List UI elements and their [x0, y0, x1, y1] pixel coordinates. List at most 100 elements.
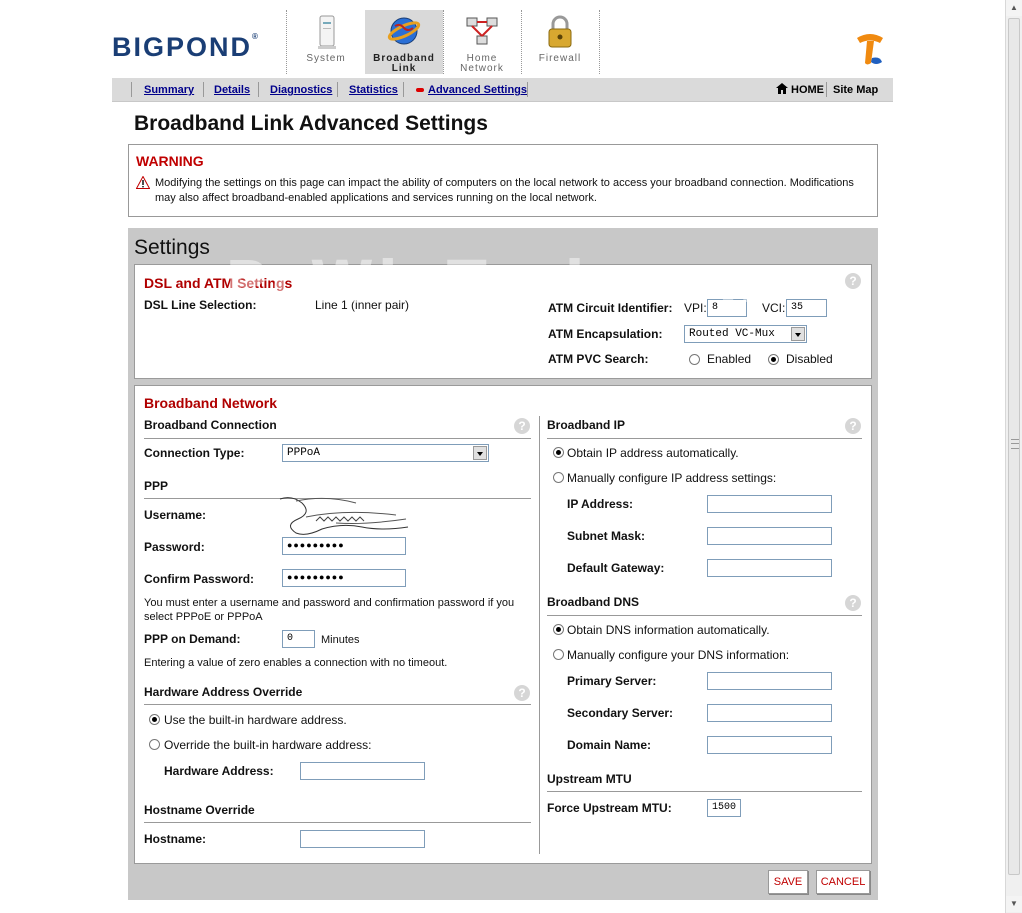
help-icon[interactable]: ? — [845, 418, 861, 434]
subnet-mask-input[interactable] — [707, 527, 832, 545]
ip-auto-radio[interactable] — [553, 447, 564, 458]
dns-auto-label: Obtain DNS information automatically. — [567, 623, 770, 637]
ppp-demand-note: Entering a value of zero enables a conne… — [144, 657, 448, 669]
scroll-thumb[interactable] — [1008, 18, 1020, 875]
hostname-label: Hostname: — [144, 832, 207, 846]
grip-icon — [1011, 439, 1019, 449]
broadband-network-title: Broadband Network — [144, 395, 278, 411]
broadband-connection-heading: Broadband Connection — [144, 418, 277, 432]
secondary-server-input[interactable] — [707, 704, 832, 722]
builtin-hw-label: Use the built-in hardware address. — [164, 713, 347, 727]
sitemap-link[interactable]: Site Map — [833, 84, 878, 96]
builtin-hw-radio[interactable] — [149, 714, 160, 725]
help-icon[interactable]: ? — [845, 273, 861, 289]
default-gateway-input[interactable] — [707, 559, 832, 577]
connection-type-label: Connection Type: — [144, 446, 245, 460]
override-hw-radio[interactable] — [149, 739, 160, 750]
nav-summary[interactable]: Summary — [144, 84, 194, 96]
ip-auto-label: Obtain IP address automatically. — [567, 446, 739, 460]
pvc-disabled-label: Disabled — [786, 352, 833, 366]
network-icon — [466, 17, 498, 45]
ip-address-input[interactable] — [707, 495, 832, 513]
active-indicator-icon — [416, 88, 424, 92]
hardware-address-label: Hardware Address: — [164, 764, 274, 778]
pvc-enabled-label: Enabled — [707, 352, 752, 366]
warning-box: WARNING Modifying the settings on this p… — [128, 144, 878, 217]
connection-type-select[interactable]: PPPoA — [282, 444, 489, 462]
redacted-username-scribble — [279, 497, 409, 535]
hostname-override-heading: Hostname Override — [144, 803, 255, 817]
home-link[interactable]: HOME — [776, 83, 824, 96]
padlock-icon — [548, 15, 572, 48]
help-icon[interactable]: ? — [514, 418, 530, 434]
hardware-override-heading: Hardware Address Override — [144, 685, 303, 699]
domain-name-input[interactable] — [707, 736, 832, 754]
atm-encapsulation-select[interactable]: Routed VC-Mux — [684, 325, 807, 343]
ppp-heading: PPP — [144, 479, 169, 493]
atm-encapsulation-label: ATM Encapsulation: — [548, 327, 663, 341]
ip-manual-radio[interactable] — [553, 472, 564, 483]
tab-system[interactable]: System — [287, 10, 365, 74]
override-hw-label: Override the built-in hardware address: — [164, 738, 372, 752]
scroll-up-icon[interactable]: ▲ — [1006, 0, 1022, 16]
ppp-on-demand-input[interactable]: 0 — [282, 630, 315, 648]
ppp-required-note: You must enter a username and password a… — [144, 597, 515, 623]
username-label: Username: — [144, 508, 207, 522]
pvc-disabled-radio[interactable] — [768, 354, 779, 365]
warning-title: WARNING — [136, 153, 204, 169]
ip-manual-label: Manually configure IP address settings: — [567, 471, 777, 485]
secondary-server-label: Secondary Server: — [567, 706, 674, 720]
page-title: Broadband Link Advanced Settings — [134, 112, 488, 135]
help-icon[interactable]: ? — [845, 595, 861, 611]
primary-server-input[interactable] — [707, 672, 832, 690]
save-button[interactable]: SAVE — [768, 870, 808, 894]
bigpond-logo[interactable]: BIGPOND® — [112, 32, 258, 63]
dns-manual-radio[interactable] — [553, 649, 564, 660]
password-label: Password: — [144, 540, 205, 554]
broadband-dns-heading: Broadband DNS — [547, 595, 640, 609]
settings-panel: Settings DSL and ATM Settings ? DSL Line… — [128, 228, 878, 900]
tab-firewall[interactable]: Firewall — [521, 10, 599, 74]
nav-details[interactable]: Details — [214, 84, 250, 96]
atm-pvc-search-label: ATM PVC Search: — [548, 352, 649, 366]
pvc-enabled-radio[interactable] — [689, 354, 700, 365]
home-icon — [776, 83, 788, 94]
globe-icon — [387, 17, 421, 45]
tab-broadband-link[interactable]: Broadband Link — [365, 10, 443, 74]
tab-home-network[interactable]: Home Network — [443, 10, 521, 74]
broadband-network-section: Broadband Network Broadband Connection ?… — [134, 385, 872, 864]
nav-statistics[interactable]: Statistics — [349, 84, 398, 96]
force-mtu-input[interactable]: 1500 — [707, 799, 741, 817]
chevron-down-icon — [791, 327, 805, 341]
cancel-button[interactable]: CANCEL — [816, 870, 870, 894]
warning-text: Modifying the settings on this page can … — [155, 177, 854, 204]
dns-manual-label: Manually configure your DNS information: — [567, 648, 790, 662]
upstream-mtu-heading: Upstream MTU — [547, 772, 632, 786]
ppp-on-demand-label: PPP on Demand: — [144, 632, 241, 646]
password-input[interactable]: ●●●●●●●●● — [282, 537, 406, 555]
help-icon[interactable]: ? — [514, 685, 530, 701]
sub-navigation: Summary Details Diagnostics Statistics A… — [112, 78, 893, 102]
confirm-password-input[interactable]: ●●●●●●●●● — [282, 569, 406, 587]
broadband-ip-heading: Broadband IP — [547, 418, 626, 432]
watermark: PcWinTech.com — [225, 248, 783, 316]
minutes-label: Minutes — [321, 634, 360, 646]
dns-auto-radio[interactable] — [553, 624, 564, 635]
default-gateway-label: Default Gateway: — [567, 561, 665, 575]
vci-input[interactable]: 35 — [786, 299, 827, 317]
nav-diagnostics[interactable]: Diagnostics — [270, 84, 332, 96]
telstra-logo-icon — [857, 34, 883, 65]
warning-icon — [136, 176, 150, 189]
hostname-input[interactable] — [300, 830, 425, 848]
subnet-mask-label: Subnet Mask: — [567, 529, 646, 543]
chevron-down-icon — [473, 446, 487, 460]
nav-advanced-settings[interactable]: Advanced Settings — [428, 84, 527, 96]
hardware-address-input[interactable] — [300, 762, 425, 780]
ip-address-label: IP Address: — [567, 497, 634, 511]
vertical-scrollbar[interactable]: ▲ ▼ — [1005, 0, 1022, 913]
system-tower-icon — [318, 15, 336, 49]
scroll-down-icon[interactable]: ▼ — [1006, 896, 1022, 912]
force-mtu-label: Force Upstream MTU: — [547, 801, 672, 815]
primary-server-label: Primary Server: — [567, 674, 657, 688]
confirm-password-label: Confirm Password: — [144, 572, 255, 586]
